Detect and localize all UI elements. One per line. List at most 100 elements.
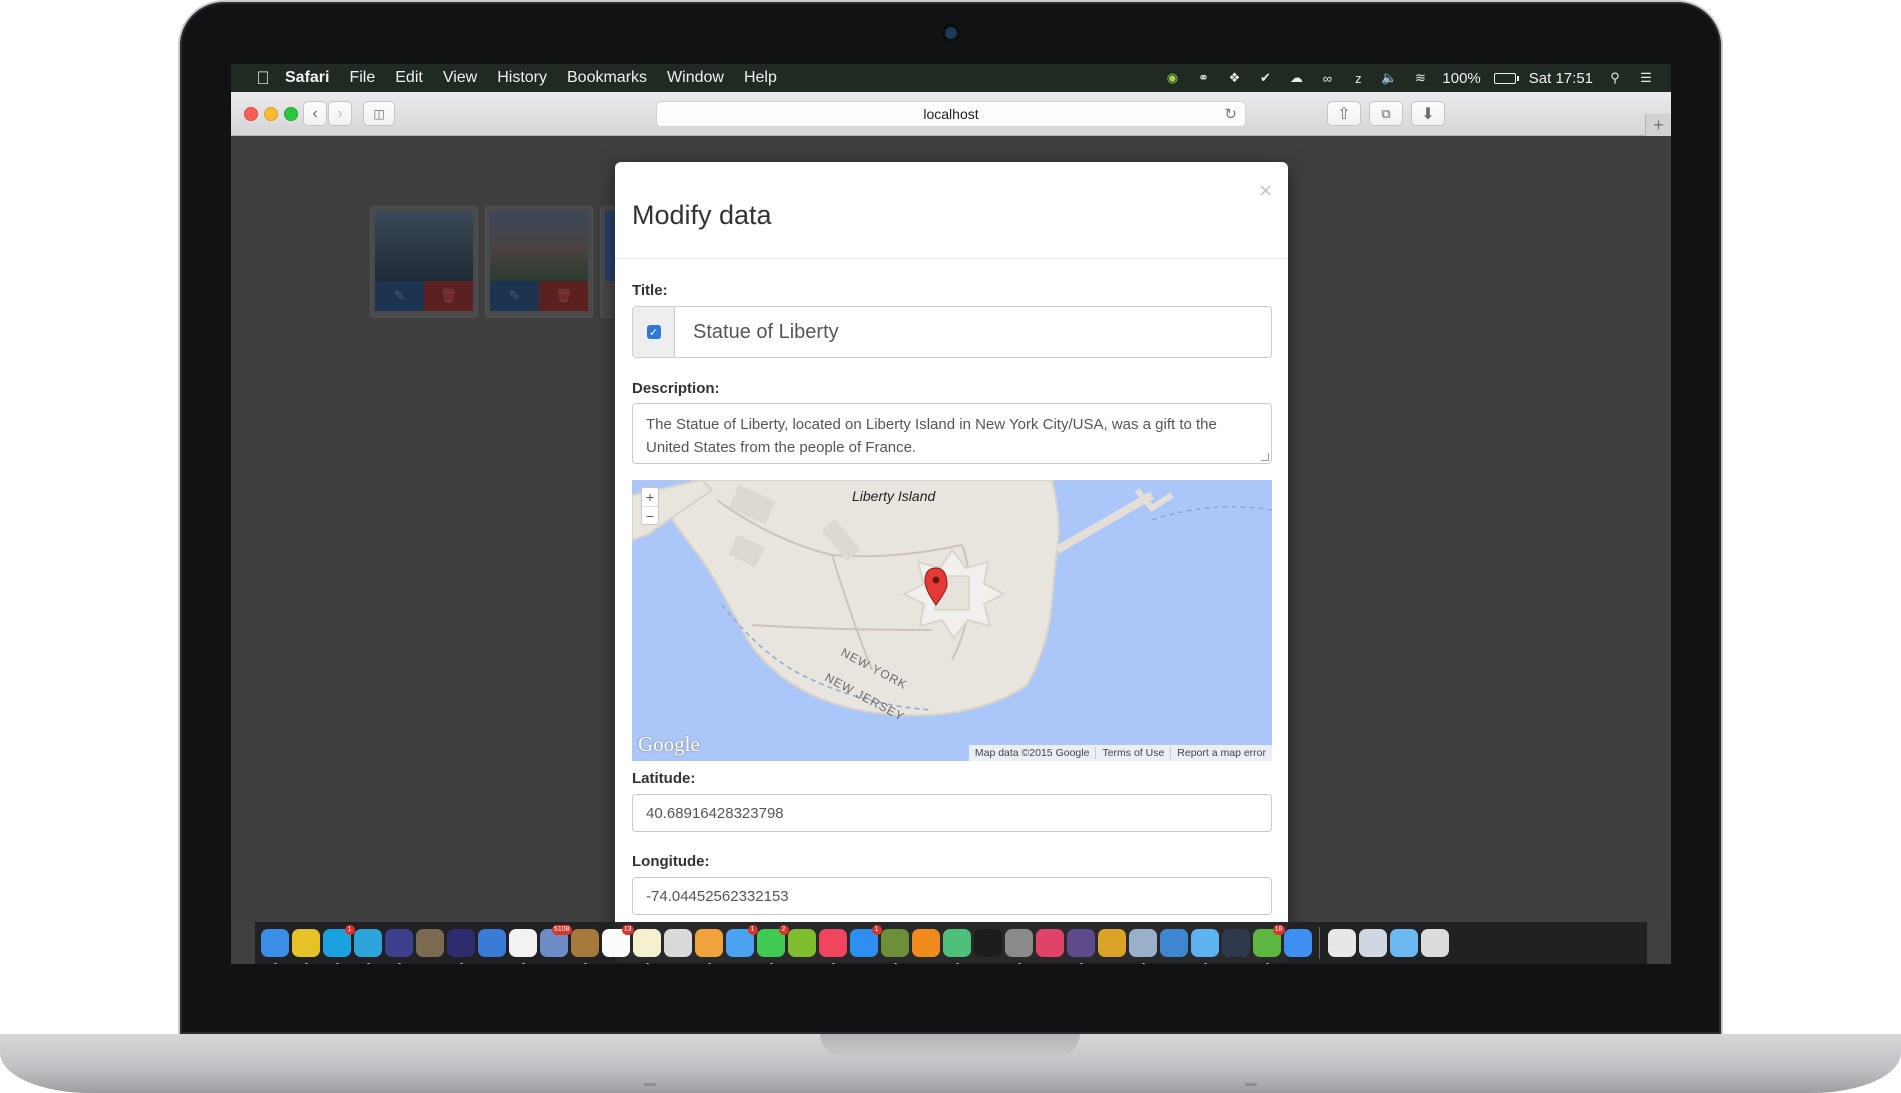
close-window-button[interactable] (244, 107, 258, 121)
dropbox-icon[interactable]: ❖ (1225, 70, 1243, 86)
minimize-window-button[interactable] (264, 107, 278, 121)
dock-intellij-icon[interactable] (477, 929, 506, 957)
google-logo[interactable]: Google (638, 732, 700, 757)
menu-history[interactable]: History (497, 69, 547, 87)
forward-button[interactable]: › (328, 101, 352, 126)
tabs-overview-button[interactable]: ⧉ (1369, 101, 1403, 126)
glasses-icon[interactable]: ∞ (1318, 70, 1336, 86)
sync-icon[interactable]: ⚭ (1194, 70, 1212, 86)
dock-stickies-icon[interactable] (632, 929, 661, 964)
dock-skype-icon[interactable]: 1 (322, 925, 355, 964)
wifi-icon[interactable]: ≋ (1411, 70, 1429, 86)
dock-telegram-icon[interactable] (353, 929, 382, 964)
dock-xcode-icon[interactable] (1190, 929, 1219, 964)
dock-photos-icon[interactable] (694, 929, 723, 964)
downloads-button[interactable]: ⬇ (1411, 101, 1445, 126)
plus-icon: + (1653, 114, 1664, 135)
volume-icon[interactable]: 🔈 (1380, 70, 1398, 86)
dock-preview-icon[interactable]: 5108 (539, 925, 572, 957)
dock-vlc-icon[interactable] (911, 929, 940, 957)
map-terms-link[interactable]: Terms of Use (1095, 747, 1170, 759)
dock-network-icon[interactable] (1128, 929, 1157, 964)
edit-button[interactable]: ✎ (375, 281, 424, 311)
dock-slack-icon[interactable] (1035, 929, 1064, 957)
zoom-in-button[interactable]: + (642, 488, 658, 506)
back-button[interactable]: ‹ (303, 101, 327, 126)
longitude-input[interactable]: -74.04452562332153 (632, 877, 1272, 915)
dock-atom-icon[interactable] (942, 929, 971, 964)
dock-safari-icon[interactable] (1283, 929, 1312, 957)
base-foot-right (1245, 1083, 1257, 1086)
spotlight-search-icon[interactable]: ⚲ (1606, 70, 1624, 86)
title-input-group: ✓ Statue of Liberty (632, 306, 1272, 358)
menu-help[interactable]: Help (744, 69, 777, 87)
latitude-input[interactable]: 40.68916428323798 (632, 794, 1272, 832)
location-map[interactable]: NEW YORK NEW JERSEY + − Liberty Island G… (632, 480, 1272, 761)
dock-gimp-icon[interactable] (415, 929, 444, 957)
new-tab-button[interactable]: + (1645, 114, 1671, 136)
delete-button[interactable]: 🗑 (424, 281, 473, 311)
delete-button[interactable]: 🗑 (539, 281, 588, 311)
dock-window-stack-icon[interactable] (1358, 929, 1387, 957)
map-attribution[interactable]: Map data ©2015 Google (969, 747, 1096, 759)
dock-chrome-icon[interactable] (291, 929, 320, 964)
apple-menu-icon[interactable]:  (253, 68, 273, 89)
dock-preview-2-icon[interactable] (663, 929, 692, 957)
dock-notes-book-icon[interactable] (570, 929, 599, 964)
dock-utorrent-icon[interactable]: 18 (1252, 925, 1285, 964)
dock-finder-icon[interactable] (260, 929, 289, 964)
sleep-icon[interactable]: z (1349, 70, 1367, 86)
address-bar[interactable]: localhost ↻ (656, 101, 1246, 127)
clock[interactable]: Sat 17:51 (1529, 70, 1593, 87)
close-icon[interactable]: × (1259, 178, 1272, 204)
card-image-partial[interactable] (605, 211, 615, 281)
menu-file[interactable]: File (349, 69, 375, 87)
dock-jar-file-icon[interactable] (1327, 929, 1356, 957)
dock-keynote-icon[interactable] (1159, 929, 1188, 957)
notification-center-icon[interactable]: ☰ (1637, 70, 1655, 86)
title-input[interactable]: Statue of Liberty (675, 307, 1271, 357)
dock-text-file-icon[interactable] (508, 929, 537, 964)
menu-edit[interactable]: Edit (395, 69, 423, 87)
map-report-link[interactable]: Report a map error (1170, 747, 1272, 759)
menu-bookmarks[interactable]: Bookmarks (567, 69, 647, 87)
menu-window[interactable]: Window (667, 69, 724, 87)
zoom-window-button[interactable] (284, 107, 298, 121)
menu-app-name[interactable]: Safari (285, 69, 329, 87)
sidebar-icon: ◫ (373, 106, 385, 121)
map-label-island: Liberty Island (852, 488, 936, 504)
dock-eclipse-icon[interactable] (384, 929, 413, 964)
card-image-whitehouse[interactable] (490, 211, 588, 281)
edit-button[interactable]: ✎ (490, 281, 539, 311)
dock-github-icon[interactable] (1066, 929, 1095, 964)
dock-folder-icon[interactable] (1389, 929, 1418, 957)
dock-messages-icon[interactable]: 1 (725, 925, 758, 957)
reload-icon[interactable]: ↻ (1224, 105, 1237, 123)
dock-spotify-icon[interactable] (787, 929, 816, 957)
dock-calendar-icon[interactable]: 13 (601, 925, 634, 957)
battery-icon[interactable] (1493, 72, 1519, 84)
dock-terminal-icon[interactable] (973, 929, 1002, 957)
title-checkbox[interactable]: ✓ (646, 325, 661, 339)
menu-view[interactable]: View (443, 69, 477, 87)
search-globe-icon[interactable]: ◉ (1163, 70, 1181, 86)
dock-system-preferences-icon[interactable] (1004, 929, 1033, 964)
dock-itunes-icon[interactable] (818, 929, 847, 964)
dock-separator (1319, 927, 1320, 959)
sidebar-toggle-button[interactable]: ◫ (363, 101, 395, 126)
description-textarea[interactable]: The Statue of Liberty, located on Libert… (632, 403, 1272, 464)
dock-app-store-icon[interactable]: 1 (849, 925, 882, 957)
dock-trash-icon[interactable] (1420, 929, 1449, 957)
share-button[interactable]: ⇧ (1327, 101, 1361, 126)
dock-facetime-icon[interactable]: 2 (756, 925, 789, 964)
resize-grip-icon[interactable] (1261, 453, 1269, 461)
dock-minecraft-icon[interactable] (880, 929, 909, 964)
dock-sourcetree-icon[interactable] (1221, 929, 1250, 957)
dock-eclipse-ide-icon[interactable] (446, 929, 475, 964)
checkmark-icon: ✓ (648, 326, 659, 339)
zoom-out-button[interactable]: − (642, 506, 658, 524)
card-image-liberty[interactable] (375, 211, 473, 281)
cloud-icon[interactable]: ☁ (1287, 70, 1305, 86)
dock-cyberduck-icon[interactable] (1097, 929, 1126, 957)
checkmark-circle-icon[interactable]: ✔ (1256, 70, 1274, 86)
